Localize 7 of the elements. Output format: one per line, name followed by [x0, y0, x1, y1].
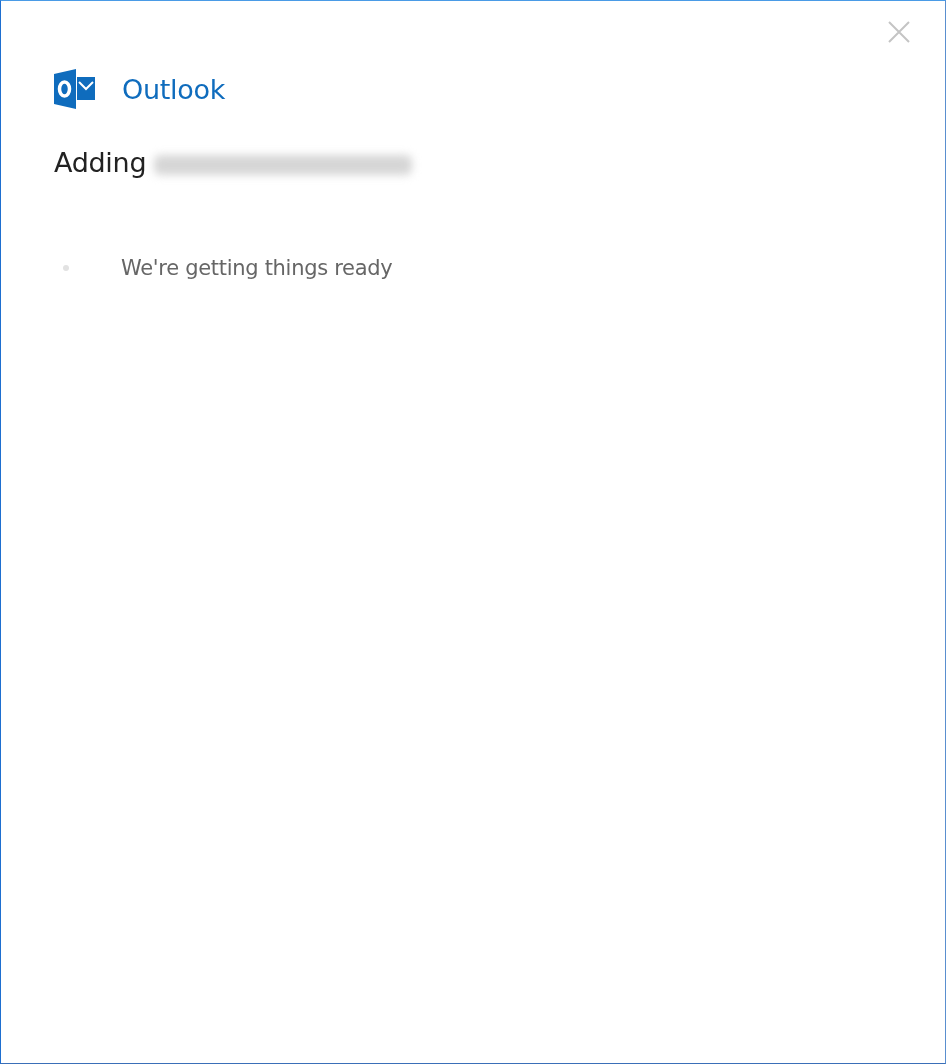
status-message: We're getting things ready [121, 256, 393, 280]
close-icon [888, 21, 910, 43]
logo-icon [54, 69, 96, 109]
app-name: Outlook [122, 73, 226, 105]
heading: Adding [54, 147, 147, 178]
progress-dot [63, 265, 69, 271]
close-button[interactable] [886, 19, 912, 45]
